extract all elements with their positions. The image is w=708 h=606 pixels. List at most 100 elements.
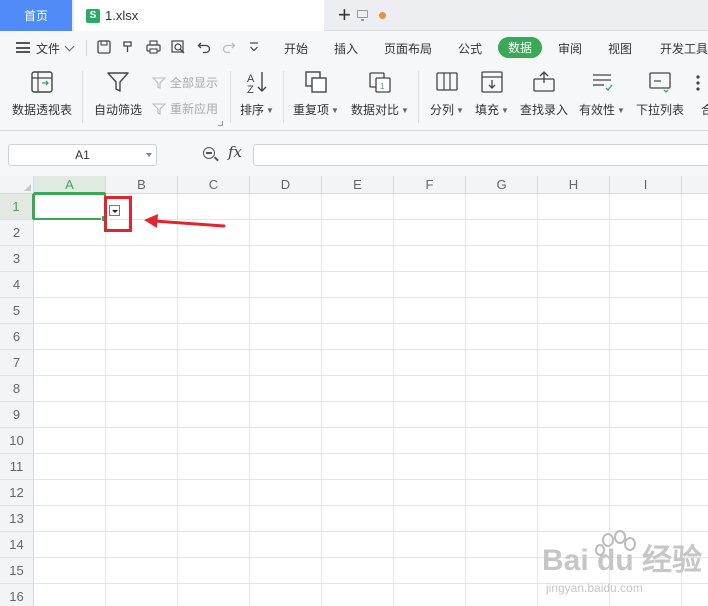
monitor-icon[interactable]	[357, 10, 368, 21]
lookup-entry-button[interactable]: 查找录入	[520, 69, 568, 118]
menu-tab-developer[interactable]: 开发工具	[660, 40, 708, 57]
sort-label: 排序	[240, 103, 265, 117]
annotation-arrow-icon	[144, 214, 226, 228]
row-header-15[interactable]: 15	[0, 558, 34, 584]
menu-tab-page-layout[interactable]: 页面布局	[384, 40, 432, 57]
save-icon[interactable]	[96, 40, 112, 56]
merge-icon	[694, 69, 708, 95]
menu-tab-review[interactable]: 审阅	[558, 40, 582, 57]
dropdown-list-button[interactable]: 下拉列表	[636, 69, 684, 118]
row-header-10[interactable]: 10	[0, 428, 34, 454]
menu-file[interactable]: 文件	[36, 40, 60, 57]
split-column-button[interactable]: 分列 ▼	[430, 69, 464, 118]
lookup-entry-label: 查找录入	[520, 103, 569, 117]
dropdown-list-icon	[647, 69, 673, 95]
sort-button[interactable]: AZ 排序 ▼	[240, 69, 274, 118]
column-header-e[interactable]: E	[322, 176, 394, 194]
column-header-f[interactable]: F	[394, 176, 466, 194]
duplicates-icon	[303, 69, 329, 95]
formula-input[interactable]	[253, 144, 708, 166]
customize-quick-access-icon[interactable]	[246, 40, 262, 56]
name-box-value: A1	[75, 148, 90, 162]
tab-home[interactable]: 首页	[0, 0, 72, 31]
row-header-2[interactable]: 2	[0, 220, 34, 246]
row-header-12[interactable]: 12	[0, 480, 34, 506]
row-header-11[interactable]: 11	[0, 454, 34, 480]
data-compare-icon: 1	[367, 69, 393, 95]
zoom-search-icon[interactable]	[203, 147, 215, 159]
tab-file-name: 1.xlsx	[105, 8, 139, 23]
data-compare-button[interactable]: 1 数据对比 ▼	[351, 69, 409, 118]
column-header-j[interactable]	[682, 176, 708, 194]
sort-icon: AZ	[244, 69, 270, 96]
column-header-g[interactable]: G	[466, 176, 538, 194]
column-header-b[interactable]: B	[106, 176, 178, 194]
reapply-label: 重新应用	[170, 102, 219, 116]
split-column-icon	[434, 69, 460, 95]
fill-button[interactable]: 填充 ▼	[475, 69, 509, 118]
column-header-a[interactable]: A	[34, 176, 106, 194]
baidu-watermark-logo: Bai du 经验 jingyan.baidu.com	[540, 528, 708, 600]
menu-tab-view[interactable]: 视图	[608, 40, 632, 57]
undo-icon[interactable]	[196, 40, 212, 56]
row-header-7[interactable]: 7	[0, 350, 34, 376]
row-header-13[interactable]: 13	[0, 506, 34, 532]
pivot-table-button[interactable]: 数据透视表	[12, 69, 72, 118]
menu-tab-start[interactable]: 开始	[284, 40, 308, 57]
fill-icon	[479, 69, 505, 95]
new-tab-button[interactable]: +	[338, 3, 351, 27]
autofilter-button[interactable]: 自动筛选	[94, 69, 142, 118]
duplicates-button[interactable]: 重复项 ▼	[293, 69, 339, 118]
validity-button[interactable]: 有效性 ▼	[579, 69, 625, 118]
row-header-16[interactable]: 16	[0, 584, 34, 606]
name-box[interactable]: A1	[8, 144, 157, 166]
select-all-corner[interactable]	[0, 176, 34, 194]
show-all-label: 全部显示	[170, 76, 219, 90]
spreadsheet-file-icon: S	[86, 8, 100, 23]
dialog-launcher-icon[interactable]	[218, 121, 223, 126]
caret-down-icon: ▼	[501, 106, 509, 116]
column-header-i[interactable]: I	[610, 176, 682, 194]
annotation-highlight-box	[104, 196, 132, 232]
caret-down-icon[interactable]	[146, 153, 152, 157]
fill-label: 填充	[475, 103, 500, 117]
hamburger-menu-icon[interactable]	[16, 42, 30, 53]
active-cell-a1[interactable]	[33, 193, 108, 222]
menu-tab-insert[interactable]: 插入	[334, 40, 358, 57]
caret-down-icon: ▼	[266, 106, 274, 116]
tab-file[interactable]: S 1.xlsx	[74, 0, 386, 31]
validity-label: 有效性	[579, 103, 616, 117]
ribbon-divider	[82, 71, 83, 123]
filter-icon	[105, 69, 131, 95]
row-header-4[interactable]: 4	[0, 272, 34, 298]
row-header-14[interactable]: 14	[0, 532, 34, 558]
redo-icon[interactable]	[221, 40, 237, 56]
merge-label: 合	[700, 103, 708, 117]
print-preview-icon[interactable]	[170, 40, 186, 56]
chevron-down-icon[interactable]	[64, 41, 75, 52]
show-all-button[interactable]: 全部显示	[151, 74, 219, 91]
column-header-d[interactable]: D	[250, 176, 322, 194]
autofilter-label: 自动筛选	[94, 103, 143, 117]
column-header-h[interactable]: H	[538, 176, 610, 194]
row-header-8[interactable]: 8	[0, 376, 34, 402]
row-header-9[interactable]: 9	[0, 402, 34, 428]
row-header-3[interactable]: 3	[0, 246, 34, 272]
validity-icon	[589, 69, 615, 95]
insert-function-icon[interactable]: fx	[228, 143, 242, 161]
print-icon[interactable]	[145, 40, 161, 56]
menu-tab-data[interactable]: 数据	[498, 37, 543, 58]
menu-tab-formula[interactable]: 公式	[458, 40, 482, 57]
lookup-entry-icon	[531, 69, 557, 95]
format-painter-icon[interactable]	[120, 40, 136, 56]
row-header-6[interactable]: 6	[0, 324, 34, 350]
caret-down-icon: ▼	[401, 106, 409, 116]
column-header-c[interactable]: C	[178, 176, 250, 194]
row-header-1[interactable]: 1	[0, 194, 34, 220]
watermark-brand: Bai du 经验	[542, 543, 702, 577]
row-header-5[interactable]: 5	[0, 298, 34, 324]
reapply-button[interactable]: 重新应用	[151, 100, 219, 117]
merge-button[interactable]: 合	[694, 69, 708, 118]
filter-reapply-icon	[151, 102, 167, 116]
formula-bar: A1 fx	[0, 131, 708, 176]
